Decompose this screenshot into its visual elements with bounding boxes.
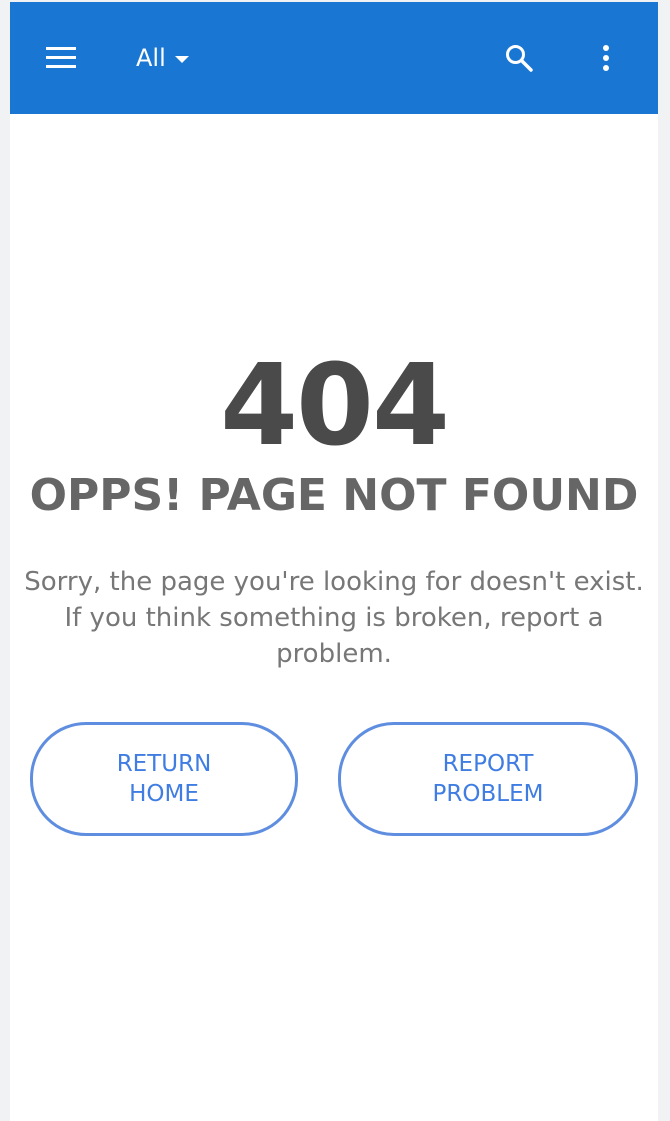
- search-icon[interactable]: [504, 43, 534, 73]
- error-title: OPPS! PAGE NOT FOUND: [29, 470, 639, 521]
- more-vert-icon[interactable]: [596, 43, 616, 73]
- return-home-button[interactable]: RETURN HOME: [30, 722, 298, 836]
- return-home-label-line-1: RETURN: [116, 751, 212, 777]
- filter-dropdown[interactable]: All: [136, 40, 189, 76]
- app-bar: All: [10, 2, 658, 114]
- return-home-label-line-2: HOME: [129, 781, 199, 807]
- report-problem-button[interactable]: REPORT PROBLEM: [338, 722, 638, 836]
- scrollbar[interactable]: [658, 2, 670, 1121]
- page-frame: All 404 OPPS! PAGE NOT FOUND Sorry, the …: [10, 2, 658, 1121]
- filter-label: All: [136, 44, 166, 72]
- report-problem-label-line-1: REPORT: [442, 751, 534, 777]
- report-problem-label-line-2: PROBLEM: [432, 781, 544, 807]
- hamburger-menu-icon[interactable]: [46, 46, 76, 70]
- error-message: Sorry, the page you're looking for doesn…: [24, 567, 644, 669]
- error-code: 404: [220, 341, 450, 471]
- caret-down-icon: [174, 55, 189, 63]
